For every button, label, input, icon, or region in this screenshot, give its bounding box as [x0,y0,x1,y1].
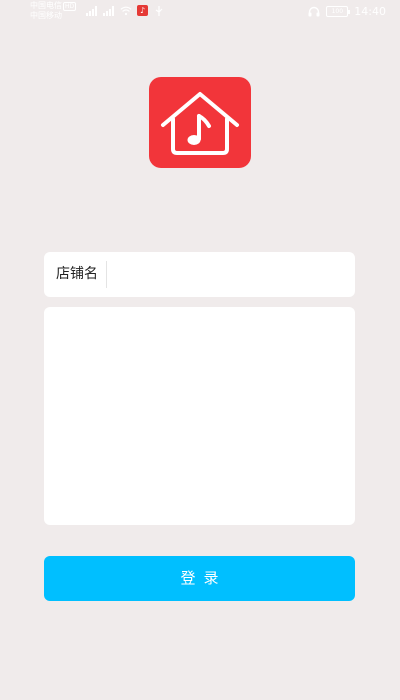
signal-icon [103,5,114,16]
signal-icon [86,5,97,16]
login-button[interactable]: 登录 [44,556,355,601]
hd-badge: HD [63,2,77,11]
status-time: 14:40 [354,5,386,18]
house-music-note-icon [161,92,239,155]
battery-icon: 100 [326,6,351,17]
field-divider [106,261,107,288]
usb-icon [155,5,163,16]
carrier-2: 中国移动 [30,11,62,20]
shop-name-field[interactable]: 店铺名 [44,252,355,297]
notification-icon: ♪ [137,5,148,16]
status-bar: 中国电信 HD 中国移动 ♪ 100 14:40 [0,0,400,24]
shop-name-label: 店铺名 [56,266,98,282]
headphones-icon [308,6,320,17]
content-panel [44,307,355,525]
shop-name-input[interactable] [112,258,352,293]
status-right: 100 14:40 [308,5,386,18]
app-logo [149,77,251,168]
carrier-info: 中国电信 HD 中国移动 [30,1,77,21]
status-icons: ♪ [86,5,165,16]
wifi-icon [120,6,132,15]
carrier-1: 中国电信 HD [30,1,77,11]
